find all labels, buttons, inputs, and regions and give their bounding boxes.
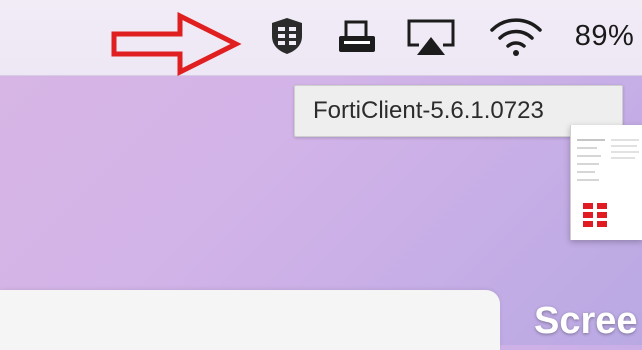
document-thumbnail[interactable] xyxy=(570,125,642,240)
red-arrow-annotation-icon xyxy=(111,12,242,76)
battery-percentage[interactable]: 89% xyxy=(567,16,642,56)
printer-icon[interactable] xyxy=(334,20,380,56)
airplay-icon[interactable] xyxy=(405,17,457,57)
app-window[interactable] xyxy=(0,290,500,350)
desktop-item-label[interactable]: Scree xyxy=(534,300,638,343)
wifi-icon[interactable] xyxy=(488,14,544,58)
fortinet-logo-icon xyxy=(583,203,607,227)
menu-bar: 89% xyxy=(0,0,642,76)
forticlient-shield-icon[interactable] xyxy=(268,16,306,56)
tooltip-text: FortiClient-5.6.1.0723 xyxy=(313,97,544,124)
